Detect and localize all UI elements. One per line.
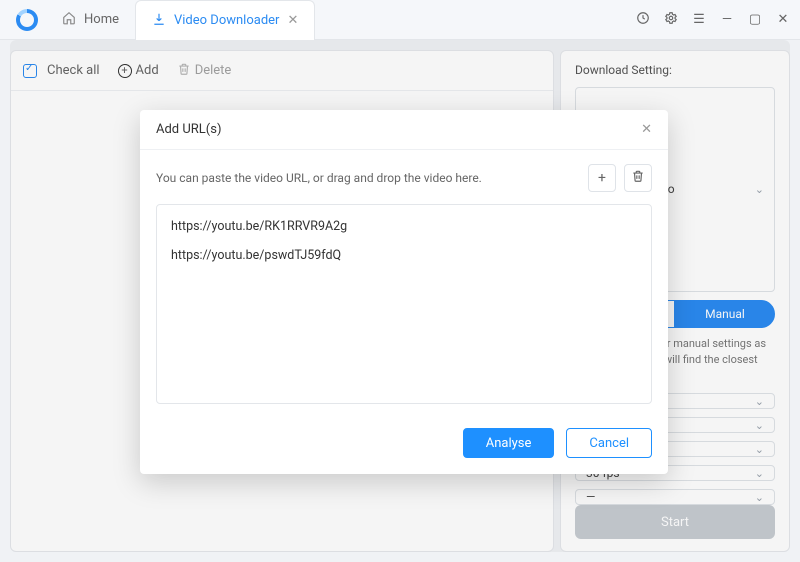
close-icon[interactable]: ✕ bbox=[287, 13, 298, 28]
gear-icon[interactable] bbox=[662, 11, 680, 29]
modal-hint: You can paste the video URL, or drag and… bbox=[156, 171, 482, 185]
modal-title: Add URL(s) bbox=[156, 122, 222, 137]
url-line: https://youtu.be/RK1RRVR9A2g bbox=[171, 219, 637, 234]
titlebar: Home Video Downloader ✕ ☰ — ▢ ✕ bbox=[0, 0, 800, 40]
analyse-button[interactable]: Analyse bbox=[463, 428, 555, 458]
cancel-button[interactable]: Cancel bbox=[566, 428, 652, 458]
add-url-modal: Add URL(s) ✕ You can paste the video URL… bbox=[140, 110, 668, 474]
history-icon[interactable] bbox=[634, 11, 652, 29]
tab-home[interactable]: Home bbox=[46, 0, 135, 40]
tab-label: Home bbox=[84, 12, 119, 27]
window-close-icon[interactable]: ✕ bbox=[774, 12, 792, 27]
modal-footer: Analyse Cancel bbox=[140, 428, 668, 474]
modal-body: You can paste the video URL, or drag and… bbox=[140, 150, 668, 420]
menu-icon[interactable]: ☰ bbox=[690, 12, 708, 27]
url-textarea[interactable]: https://youtu.be/RK1RRVR9A2g https://you… bbox=[156, 204, 652, 404]
tab-label: Video Downloader bbox=[174, 13, 279, 28]
url-line: https://youtu.be/pswdTJ59fdQ bbox=[171, 248, 637, 263]
minimize-icon[interactable]: — bbox=[718, 12, 736, 27]
app-logo bbox=[16, 9, 38, 31]
close-icon[interactable]: ✕ bbox=[641, 122, 652, 137]
modal-header: Add URL(s) ✕ bbox=[140, 110, 668, 150]
tab-video-downloader[interactable]: Video Downloader ✕ bbox=[135, 0, 315, 40]
download-icon bbox=[152, 12, 166, 30]
home-icon bbox=[62, 11, 76, 29]
trash-icon bbox=[631, 169, 645, 187]
maximize-icon[interactable]: ▢ bbox=[746, 12, 764, 27]
plus-icon: + bbox=[598, 170, 606, 186]
clear-urls-button[interactable] bbox=[624, 164, 652, 192]
window-controls: ☰ — ▢ ✕ bbox=[634, 11, 792, 29]
add-url-row-button[interactable]: + bbox=[588, 164, 616, 192]
